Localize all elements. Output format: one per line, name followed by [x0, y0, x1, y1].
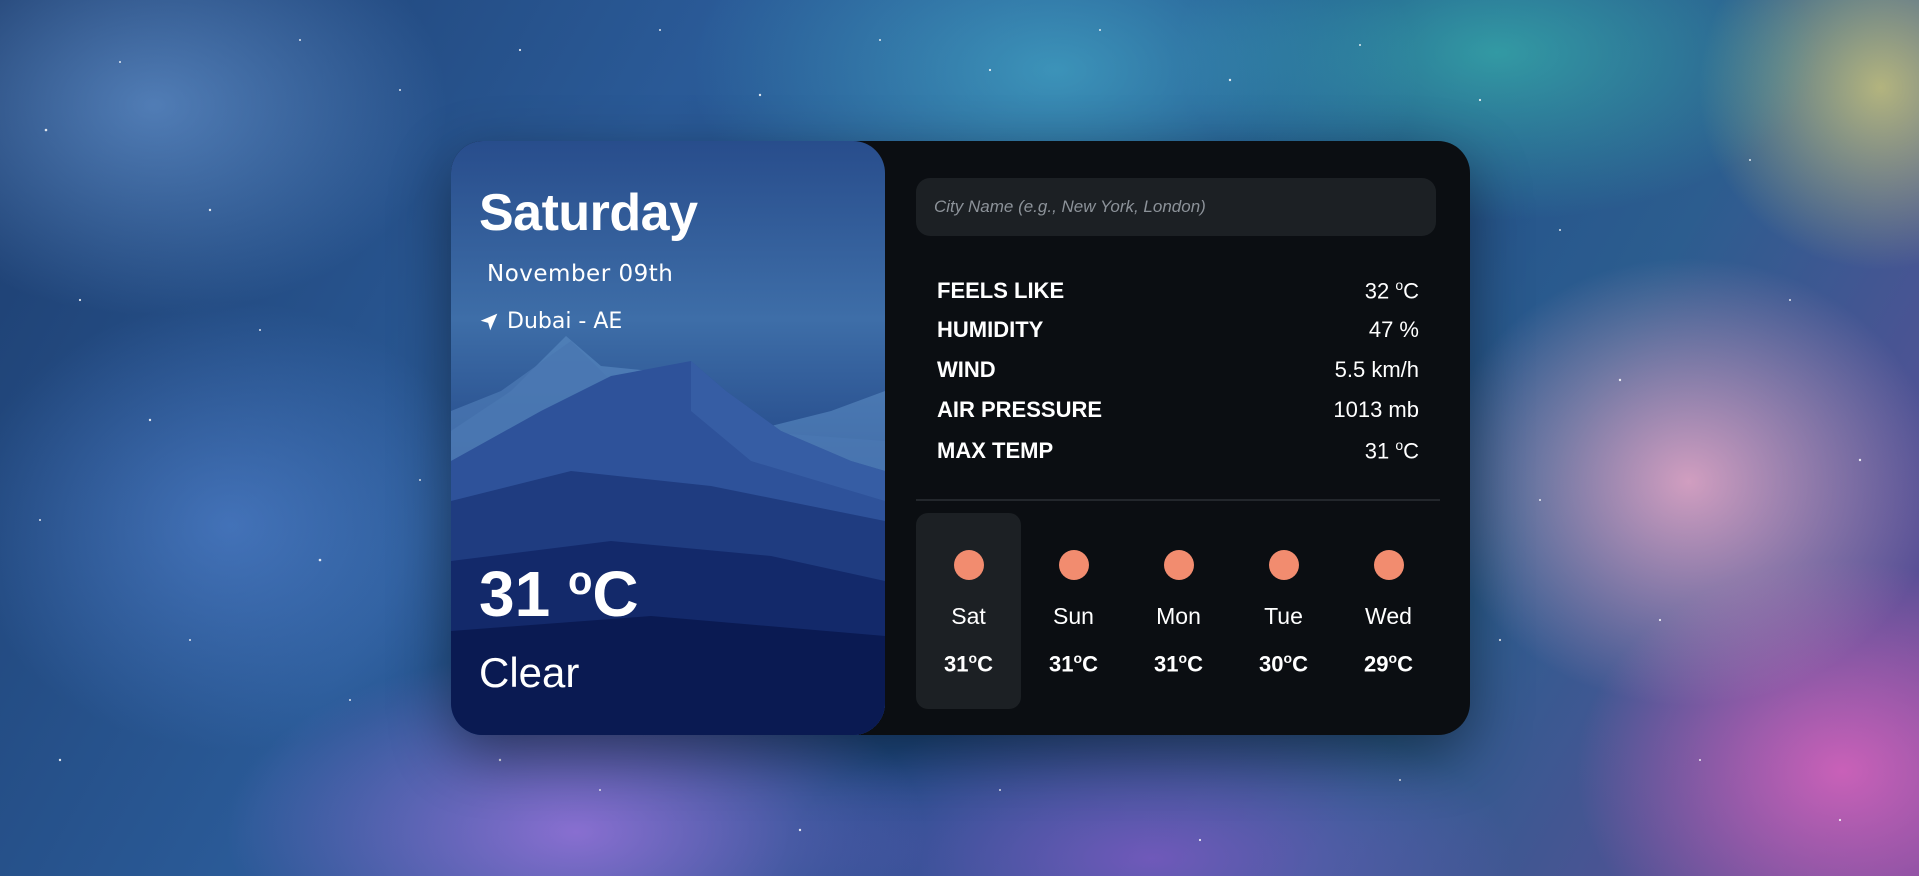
forecast-temp: 31oC: [1154, 650, 1203, 677]
forecast-day-sun[interactable]: Sun 31oC: [1021, 513, 1126, 709]
city-search-input[interactable]: [916, 178, 1436, 236]
forecast-day-name: Tue: [1264, 603, 1303, 629]
forecast-temp: 31oC: [944, 650, 993, 677]
stat-row-max-temp: MAX TEMP 31 oC: [937, 437, 1419, 477]
forecast-temp: 30oC: [1259, 650, 1308, 677]
stat-row-air-pressure: AIR PRESSURE 1013 mb: [937, 397, 1419, 437]
forecast-temp: 29oC: [1364, 650, 1413, 677]
stat-value: 32 oC: [1364, 277, 1419, 304]
sun-icon: [1373, 550, 1404, 580]
weather-condition: Clear: [479, 649, 580, 696]
stat-row-wind: WIND 5.5 km/h: [937, 357, 1419, 397]
forecast-day-name: Wed: [1365, 603, 1412, 629]
forecast-list: Sat 31oC Sun 31oC Mon 31oC Tue 30oC Wed …: [916, 513, 1441, 709]
sun-icon: [1268, 550, 1299, 580]
location: Dubai - AE: [479, 309, 622, 334]
forecast-day-name: Sun: [1053, 603, 1094, 629]
stat-label: MAX TEMP: [937, 438, 1054, 464]
current-date: November 09th: [487, 261, 674, 287]
divider: [916, 499, 1440, 501]
forecast-day-name: Mon: [1156, 603, 1201, 629]
stat-value: 31 oC: [1364, 437, 1419, 464]
stat-value: 47 %: [1368, 317, 1419, 342]
stat-label: AIR PRESSURE: [937, 397, 1103, 422]
stat-value: 1013 mb: [1333, 397, 1419, 422]
forecast-temp: 31oC: [1049, 650, 1098, 677]
stat-label: HUMIDITY: [937, 317, 1044, 342]
weather-stats: FEELS LIKE 32 oC HUMIDITY 47 % WIND 5.5 …: [937, 277, 1419, 477]
forecast-day-name: Sat: [951, 603, 986, 629]
sun-icon: [1058, 550, 1089, 580]
sun-icon: [1163, 550, 1194, 580]
forecast-day-mon[interactable]: Mon 31oC: [1126, 513, 1231, 709]
stat-label: WIND: [937, 357, 996, 382]
stat-row-humidity: HUMIDITY 47 %: [937, 317, 1419, 357]
current-weather-panel: Saturday November 09th Dubai - AE 31 oC …: [451, 141, 885, 735]
current-temperature: 31 oC: [479, 558, 639, 630]
degree-symbol: o: [567, 559, 593, 603]
location-text: Dubai - AE: [507, 309, 623, 334]
forecast-day-tue[interactable]: Tue 30oC: [1231, 513, 1336, 709]
location-arrow-icon: [480, 313, 498, 330]
day-name: Saturday: [479, 184, 698, 242]
stat-row-feels-like: FEELS LIKE 32 oC: [937, 277, 1419, 317]
stat-value: 5.5 km/h: [1334, 357, 1419, 382]
stat-label: FEELS LIKE: [937, 278, 1065, 304]
sun-icon: [953, 550, 984, 580]
forecast-day-wed[interactable]: Wed 29oC: [1336, 513, 1441, 709]
weather-card: Saturday November 09th Dubai - AE 31 oC …: [451, 141, 1470, 735]
forecast-day-sat[interactable]: Sat 31oC: [916, 513, 1021, 709]
